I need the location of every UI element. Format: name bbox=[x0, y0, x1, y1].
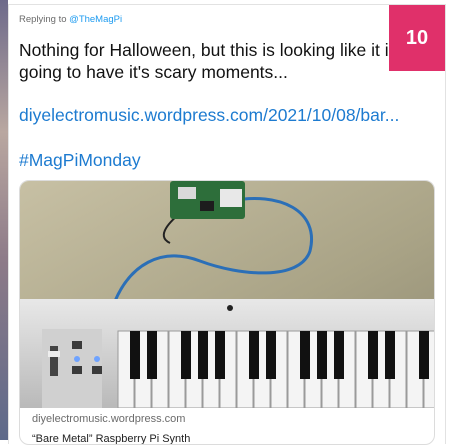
black-key bbox=[198, 331, 208, 379]
preview-image[interactable] bbox=[20, 181, 435, 408]
black-key bbox=[317, 331, 327, 379]
black-key bbox=[215, 331, 225, 379]
link-preview-card[interactable]: diyelectromusic.wordpress.com “Bare Meta… bbox=[19, 180, 435, 445]
tweet-hashtag[interactable]: #MagPiMonday bbox=[19, 150, 141, 171]
tweet-text: Nothing for Halloween, but this is looki… bbox=[19, 40, 398, 82]
replying-to: Replying to @TheMagPi bbox=[19, 14, 122, 25]
black-key bbox=[266, 331, 276, 379]
black-key bbox=[334, 331, 344, 379]
black-key bbox=[368, 331, 378, 379]
replying-handle[interactable]: @TheMagPi bbox=[69, 14, 122, 25]
black-key bbox=[181, 331, 191, 379]
background-strip bbox=[0, 0, 8, 440]
tweet-card[interactable]: Replying to @TheMagPi Nothing for Hallow… bbox=[8, 4, 446, 445]
black-key bbox=[130, 331, 140, 379]
tweet-link[interactable]: diyelectromusic.wordpress.com/2021/10/08… bbox=[19, 105, 399, 126]
preview-title: “Bare Metal” Raspberry Pi Synth bbox=[32, 433, 191, 445]
black-key bbox=[419, 331, 429, 379]
black-key bbox=[249, 331, 259, 379]
replying-prefix: Replying to bbox=[19, 14, 67, 25]
piano-keys bbox=[117, 330, 434, 408]
raspberry-pi-board bbox=[170, 181, 245, 219]
black-key bbox=[300, 331, 310, 379]
preview-domain: diyelectromusic.wordpress.com bbox=[32, 413, 186, 425]
black-key bbox=[385, 331, 395, 379]
black-key bbox=[147, 331, 157, 379]
page-number-badge: 10 bbox=[389, 5, 445, 71]
